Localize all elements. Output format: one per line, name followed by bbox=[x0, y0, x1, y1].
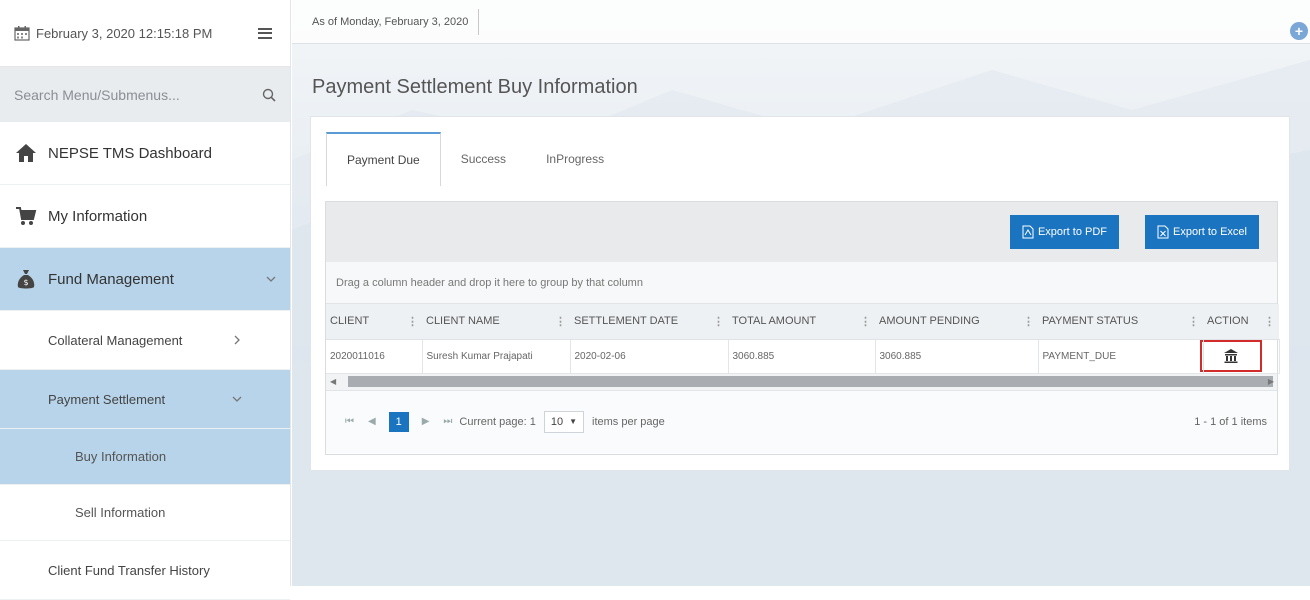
cell-payment-status: PAYMENT_DUE bbox=[1038, 339, 1204, 374]
money-bag-icon: $ bbox=[17, 270, 35, 289]
tab-success[interactable]: Success bbox=[441, 132, 526, 186]
per-page-select[interactable]: 10 ▼ bbox=[543, 410, 585, 433]
next-page-icon[interactable]: ▶ bbox=[422, 416, 430, 427]
menu-toggle-icon[interactable] bbox=[258, 27, 272, 39]
column-header-client[interactable]: CLIENT ⋮ bbox=[326, 304, 422, 340]
sidebar-item-client-fund-transfer-history[interactable]: Client Fund Transfer History bbox=[0, 541, 290, 600]
sidebar-item-label: Payment Settlement bbox=[48, 391, 166, 407]
page-number-button[interactable]: 1 bbox=[388, 411, 409, 432]
column-header-payment-status[interactable]: PAYMENT STATUS ⋮ bbox=[1038, 304, 1203, 340]
excel-file-icon bbox=[1157, 225, 1169, 239]
current-page-label: Current page: 1 bbox=[459, 415, 536, 428]
tab-bar: Payment Due Success InProgress bbox=[311, 117, 1289, 187]
scroll-left-icon[interactable]: ◀ bbox=[330, 377, 336, 386]
pager: ⏮ ◀ 1 ▶ ⏭ Current page: 1 10 ▼ items per… bbox=[326, 390, 1277, 453]
column-menu-icon: ⋮ bbox=[1264, 315, 1275, 328]
sidebar-item-fund-management[interactable]: $ Fund Management bbox=[0, 248, 290, 311]
export-pdf-button[interactable]: Export to PDF bbox=[1009, 215, 1120, 249]
chevron-down-icon bbox=[232, 396, 242, 402]
sidebar-item-label: Buy Information bbox=[75, 449, 167, 464]
tab-inprogress[interactable]: InProgress bbox=[526, 132, 624, 186]
page-title: Payment Settlement Buy Information bbox=[312, 76, 638, 98]
sidebar-item-label: Fund Management bbox=[48, 270, 174, 288]
home-icon bbox=[16, 144, 36, 162]
pdf-file-icon bbox=[1022, 225, 1034, 239]
menu-search-input[interactable] bbox=[14, 86, 262, 103]
plus-icon[interactable]: + bbox=[1290, 22, 1308, 40]
column-header-settlement-date[interactable]: SETTLEMENT DATE ⋮ bbox=[570, 304, 728, 340]
column-menu-icon: ⋮ bbox=[407, 315, 418, 328]
cart-icon bbox=[16, 207, 37, 225]
menu-search bbox=[0, 67, 290, 122]
main-content: As of Monday, February 3, 2020 + Payment… bbox=[292, 0, 1310, 586]
sidebar-item-collateral-management[interactable]: Collateral Management bbox=[0, 311, 290, 370]
column-menu-icon: ⋮ bbox=[1023, 315, 1034, 328]
pay-action-button[interactable] bbox=[1199, 340, 1262, 372]
grid-toolbar: Export to PDF Export to Excel bbox=[326, 202, 1277, 262]
payment-grid: Export to PDF Export to Excel Drag a col… bbox=[325, 201, 1280, 455]
first-page-icon[interactable]: ⏮ bbox=[345, 416, 354, 427]
top-bar: As of Monday, February 3, 2020 + bbox=[292, 0, 1310, 44]
sidebar-item-buy-information[interactable]: Buy Information bbox=[0, 429, 290, 485]
cell-client-name: Suresh Kumar Prajapati bbox=[422, 339, 571, 374]
per-page-value: 10 bbox=[550, 415, 564, 428]
scrollbar-thumb[interactable] bbox=[348, 376, 1273, 387]
sidebar-item-label: Client Fund Transfer History bbox=[48, 562, 210, 578]
sidebar-item-label: NEPSE TMS Dashboard bbox=[48, 144, 212, 162]
cell-amount-pending: 3060.885 bbox=[875, 339, 1039, 374]
table-row[interactable]: 2020011016 Suresh Kumar Prajapati 2020-0… bbox=[326, 339, 1280, 374]
calendar-icon bbox=[14, 26, 30, 41]
scroll-right-icon[interactable]: ▶ bbox=[1268, 377, 1274, 386]
dropdown-arrow-icon: ▼ bbox=[569, 417, 578, 426]
cell-settlement-date: 2020-02-06 bbox=[570, 339, 729, 374]
sidebar-item-dashboard[interactable]: NEPSE TMS Dashboard bbox=[0, 122, 290, 185]
pager-info: 1 - 1 of 1 items bbox=[1194, 415, 1267, 428]
cell-action bbox=[1199, 339, 1280, 374]
cell-total-amount: 3060.885 bbox=[728, 339, 876, 374]
as-of-date: As of Monday, February 3, 2020 bbox=[312, 8, 480, 35]
prev-page-icon[interactable]: ◀ bbox=[368, 416, 376, 427]
sidebar-item-label: My Information bbox=[48, 207, 148, 225]
sidebar-item-payment-settlement[interactable]: Payment Settlement bbox=[0, 370, 290, 429]
sidebar-item-label: Sell Information bbox=[75, 505, 166, 520]
column-header-amount-pending[interactable]: AMOUNT PENDING ⋮ bbox=[875, 304, 1038, 340]
chevron-right-icon bbox=[234, 335, 240, 345]
settlement-card: Payment Due Success InProgress Export to… bbox=[310, 116, 1290, 471]
cell-client: 2020011016 bbox=[326, 339, 423, 374]
sidebar-header: February 3, 2020 12:15:18 PM bbox=[0, 0, 290, 67]
table-header-row: CLIENT ⋮ CLIENT NAME ⋮ SETTLEMENT DATE ⋮ TO… bbox=[326, 304, 1279, 340]
per-page-label: items per page bbox=[592, 415, 665, 428]
sidebar-item-label: Collateral Management bbox=[48, 332, 183, 348]
payment-table: CLIENT ⋮ CLIENT NAME ⋮ SETTLEMENT DATE ⋮ TO… bbox=[326, 304, 1280, 374]
export-excel-label: Export to Excel bbox=[1173, 226, 1247, 238]
horizontal-scrollbar[interactable]: ◀ ▶ bbox=[326, 373, 1277, 391]
chevron-down-icon bbox=[266, 276, 276, 282]
column-header-action[interactable]: ACTION ⋮ bbox=[1203, 304, 1279, 340]
bank-icon bbox=[1223, 349, 1238, 363]
column-header-client-name[interactable]: CLIENT NAME ⋮ bbox=[422, 304, 570, 340]
column-menu-icon: ⋮ bbox=[860, 315, 871, 328]
search-icon[interactable] bbox=[262, 88, 276, 102]
column-menu-icon: ⋮ bbox=[555, 315, 566, 328]
group-drop-area[interactable]: Drag a column header and drop it here to… bbox=[326, 262, 1277, 304]
column-menu-icon: ⋮ bbox=[713, 315, 724, 328]
export-pdf-label: Export to PDF bbox=[1037, 226, 1108, 238]
sidebar-item-my-information[interactable]: My Information bbox=[0, 185, 290, 248]
last-page-icon[interactable]: ⏭ bbox=[443, 416, 452, 427]
sidebar-item-sell-information[interactable]: Sell Information bbox=[0, 485, 290, 541]
current-datetime: February 3, 2020 12:15:18 PM bbox=[36, 25, 213, 41]
column-header-total-amount[interactable]: TOTAL AMOUNT ⋮ bbox=[728, 304, 875, 340]
sidebar: February 3, 2020 12:15:18 PM NEPSE TMS D… bbox=[0, 0, 291, 600]
tab-payment-due[interactable]: Payment Due bbox=[326, 132, 441, 186]
svg-text:$: $ bbox=[23, 278, 28, 287]
column-menu-icon: ⋮ bbox=[1188, 315, 1199, 328]
export-excel-button[interactable]: Export to Excel bbox=[1145, 215, 1259, 249]
